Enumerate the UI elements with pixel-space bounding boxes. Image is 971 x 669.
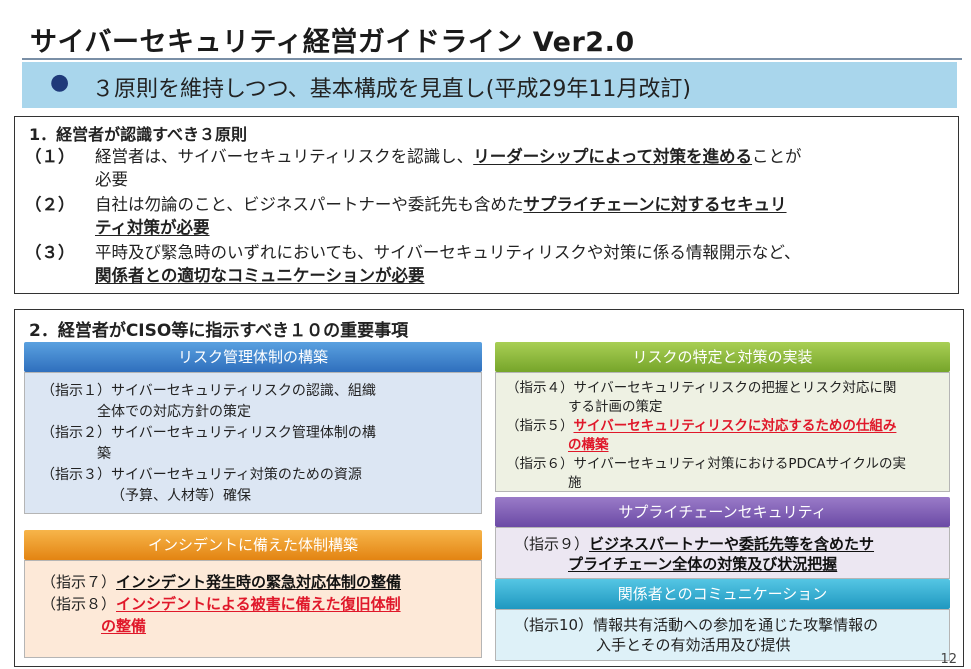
directive-9-emphasis: ビジネスパートナーや委託先等を含めたサ: [589, 535, 875, 553]
directive-9: （指示９）ビジネスパートナーや委託先等を含めたサ: [514, 534, 939, 554]
directive-9-label: （指示９）: [514, 535, 590, 553]
panel-body-risk-management: （指示１）サイバーセキュリティリスクの認識、組織 全体での対応方針の策定 （指示…: [24, 372, 482, 514]
principle-text: 経営者は、サイバーセキュリティリスクを認識し、リーダーシップによって対策を進める…: [95, 145, 955, 191]
principle-text: 平時及び緊急時のいずれにおいても、サイバーセキュリティリスクや対策に係る情報開示…: [95, 241, 955, 287]
directive-1-cont: 全体での対応方針の策定: [97, 404, 251, 420]
principle-text-plain: ことが: [752, 147, 802, 166]
directive-2-cont: 築: [97, 446, 111, 462]
directive-5-label: （指示５）: [506, 418, 574, 434]
directive-5-emphasis: サイバーセキュリティリスクに対応するための仕組み: [573, 418, 897, 434]
principle-text-plain: 平時及び緊急時のいずれにおいても、サイバーセキュリティリスクや対策に係る情報開示…: [95, 243, 801, 262]
bullet-icon: ●: [50, 70, 70, 95]
principles-heading: 1．経営者が認識すべき３原則: [29, 125, 248, 144]
panel-body-incident: （指示７）インシデント発生時の緊急対応体制の整備 （指示８）インシデントによる被…: [24, 560, 482, 658]
principle-text-plain: 自社は勿論のこと、ビジネスパートナーや委託先も含めた: [95, 195, 524, 214]
directive-5: （指示５）サイバーセキュリティリスクに対応するための仕組み: [506, 417, 939, 436]
principle-text-plain: 経営者は、サイバーセキュリティリスクを認識し、: [95, 147, 474, 166]
panel-body-risk-identification: （指示４）サイバーセキュリティリスクの把握とリスク対応に関 する計画の策定 （指…: [495, 372, 950, 492]
principle-text: 自社は勿論のこと、ビジネスパートナーや委託先も含めたサプライチェーンに対するセキ…: [95, 193, 955, 239]
directive-8-emphasis: の整備: [101, 617, 147, 635]
directive-8-cont: の整備: [41, 615, 471, 637]
panel-header-supply-chain: サプライチェーンセキュリティ: [495, 497, 950, 527]
directive-10-cont: 入手とその有効活用及び提供: [596, 636, 791, 654]
directive-6: （指示６）サイバーセキュリティ対策におけるPDCAサイクルの実: [506, 456, 906, 472]
directive-6-cont: 施: [568, 475, 582, 491]
principle-number: （２）: [25, 195, 75, 214]
directive-8-label: （指示８）: [41, 595, 117, 613]
directive-8: （指示８）インシデントによる被害に備えた復旧体制: [41, 593, 471, 615]
principles-box: 1．経営者が認識すべき３原則 （１） 経営者は、サイバーセキュリティリスクを認識…: [14, 116, 959, 294]
directive-4: （指示４）サイバーセキュリティリスクの把握とリスク対応に関: [506, 380, 897, 396]
subtitle-text: ３原則を維持しつつ、基本構成を見直し(平成29年11月改訂): [92, 77, 691, 102]
directive-7: （指示７）インシデント発生時の緊急対応体制の整備: [41, 571, 471, 593]
directive-7-emphasis: インシデント発生時の緊急対応体制の整備: [116, 573, 402, 591]
directive-8-emphasis: インシデントによる被害に備えた復旧体制: [116, 595, 401, 613]
title-divider: [22, 58, 962, 60]
directive-5-emphasis: の構築: [568, 437, 609, 453]
directive-9-cont: プライチェーン全体の対策及び状況把握: [514, 554, 939, 574]
principle-number: （１）: [25, 147, 75, 166]
directive-4-cont: する計画の策定: [568, 399, 663, 415]
directive-1: （指示１）サイバーセキュリティリスクの認識、組織: [41, 383, 376, 399]
panel-body-supply-chain: （指示９）ビジネスパートナーや委託先等を含めたサ プライチェーン全体の対策及び状…: [495, 527, 950, 579]
panel-header-communication: 関係者とのコミュニケーション: [495, 579, 950, 609]
principle-text-emphasis: 関係者との適切なコミュニケーションが必要: [95, 266, 425, 285]
directive-5-cont: の構築: [506, 436, 939, 455]
directive-10: （指示10）情報共有活動への参加を通じた攻撃情報の: [514, 616, 879, 634]
panel-header-incident: インシデントに備えた体制構築: [24, 530, 482, 560]
directive-3: （指示３）サイバーセキュリティ対策のための資源: [41, 467, 362, 483]
principle-text-emphasis: ティ対策が必要: [95, 218, 210, 237]
panel-header-risk-management: リスク管理体制の構築: [24, 342, 482, 372]
directive-2: （指示２）サイバーセキュリティリスク管理体制の構: [41, 425, 376, 441]
directive-7-label: （指示７）: [41, 573, 117, 591]
directive-3-cont: （予算、人材等）確保: [111, 488, 251, 504]
page-number: 12: [940, 652, 957, 667]
principle-number: （３）: [25, 243, 75, 262]
panel-body-communication: （指示10）情報共有活動への参加を通じた攻撃情報の 入手とその有効活用及び提供: [495, 609, 950, 661]
directives-heading: 2．経営者がCISO等に指示すべき１０の重要事項: [29, 321, 409, 341]
directive-9-emphasis: プライチェーン全体の対策及び状況把握: [568, 555, 838, 573]
panel-header-risk-identification: リスクの特定と対策の実装: [495, 342, 950, 372]
principle-text-emphasis: サプライチェーンに対するセキュリ: [523, 195, 787, 214]
principle-text-emphasis: リーダーシップによって対策を進める: [473, 147, 753, 166]
page-title: サイバーセキュリティ経営ガイドライン Ver2.0: [30, 27, 635, 58]
subtitle-banner: ● ３原則を維持しつつ、基本構成を見直し(平成29年11月改訂): [22, 62, 957, 108]
principle-text-plain: 必要: [95, 170, 128, 189]
